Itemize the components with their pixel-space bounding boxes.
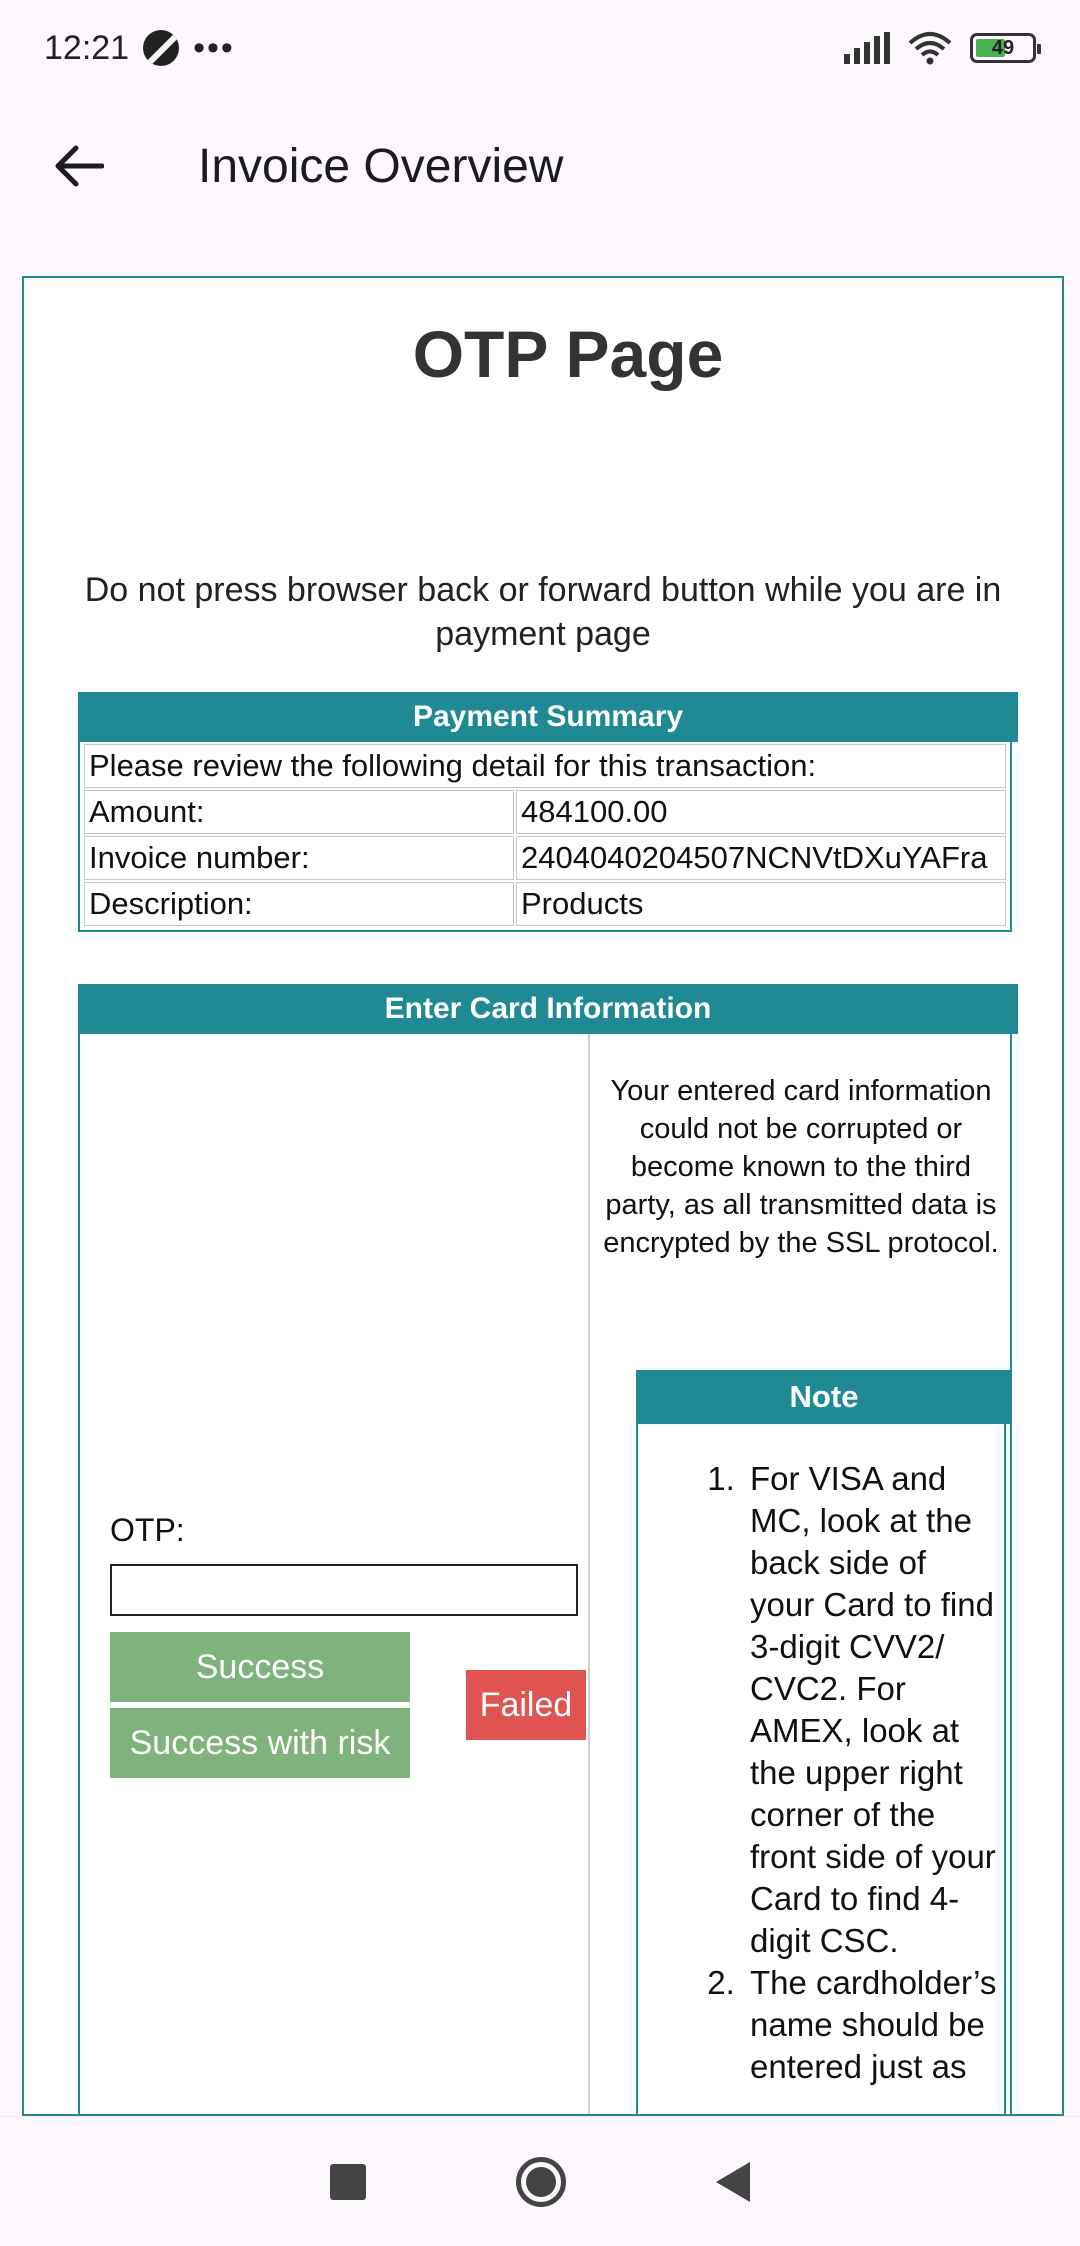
note-heading: Note xyxy=(636,1370,1012,1424)
signal-icon xyxy=(844,32,890,64)
note-item: The cardholder’s name should be entered … xyxy=(744,1962,998,2088)
card-info-panel: OTP: Success Success with risk Failed Yo… xyxy=(78,1034,1012,2114)
page-title: Invoice Overview xyxy=(198,139,564,193)
browser-warning: Do not press browser back or forward but… xyxy=(84,571,1002,653)
note-box: For VISA and MC, look at the back side o… xyxy=(636,1424,1006,2114)
otp-heading: OTP Page xyxy=(412,317,724,391)
card-info-heading: Enter Card Information xyxy=(78,984,1018,1034)
summary-label: Description: xyxy=(84,882,514,926)
back-triangle-icon[interactable] xyxy=(716,2161,750,2202)
success-button[interactable]: Success xyxy=(110,1632,410,1702)
summary-value: 2404040204507NCNVtDXuYAFra xyxy=(516,836,1006,880)
note-item: For VISA and MC, look at the back side o… xyxy=(744,1458,998,1962)
otp-label: OTP: xyxy=(110,1512,185,1548)
status-bar: 12:21 ••• 49 xyxy=(0,0,1080,96)
summary-row-description: Description: Products xyxy=(84,882,1006,926)
summary-value: 484100.00 xyxy=(516,790,1006,834)
battery-icon: 49 xyxy=(970,33,1041,63)
arrow-left-icon xyxy=(55,145,104,187)
payment-summary-table: Please review the following detail for t… xyxy=(78,740,1012,932)
failed-button[interactable]: Failed xyxy=(466,1670,586,1740)
status-left: 12:21 ••• xyxy=(44,29,235,68)
recents-icon[interactable] xyxy=(330,2163,366,2200)
ssl-security-note: Your entered card information could not … xyxy=(603,1075,999,1259)
more-notifications-icon: ••• xyxy=(193,28,235,67)
payment-webview: OTP Page Do not press browser back or fo… xyxy=(22,276,1064,2116)
summary-row-invoice: Invoice number: 2404040204507NCNVtDXuYAF… xyxy=(84,836,1006,880)
wifi-icon xyxy=(908,31,952,65)
system-nav-bar xyxy=(0,2116,1080,2246)
summary-row-amount: Amount: 484100.00 xyxy=(84,790,1006,834)
status-right: 49 xyxy=(844,31,1041,65)
column-divider xyxy=(588,1034,590,2114)
battery-level: 49 xyxy=(991,36,1015,59)
summary-label: Amount: xyxy=(84,790,514,834)
success-with-risk-button[interactable]: Success with risk xyxy=(110,1708,410,1778)
summary-value: Products xyxy=(516,882,1006,926)
clock: 12:21 xyxy=(44,28,130,67)
app-bar: Invoice Overview xyxy=(0,96,1080,236)
home-icon[interactable] xyxy=(516,2156,566,2207)
note-list: For VISA and MC, look at the back side o… xyxy=(744,1458,1004,2088)
summary-label: Invoice number: xyxy=(84,836,514,880)
summary-intro: Please review the following detail for t… xyxy=(84,744,1006,788)
back-button[interactable] xyxy=(28,116,128,216)
app-notification-icon xyxy=(143,30,180,66)
payment-summary-heading: Payment Summary xyxy=(78,692,1018,742)
otp-input[interactable] xyxy=(110,1564,578,1616)
